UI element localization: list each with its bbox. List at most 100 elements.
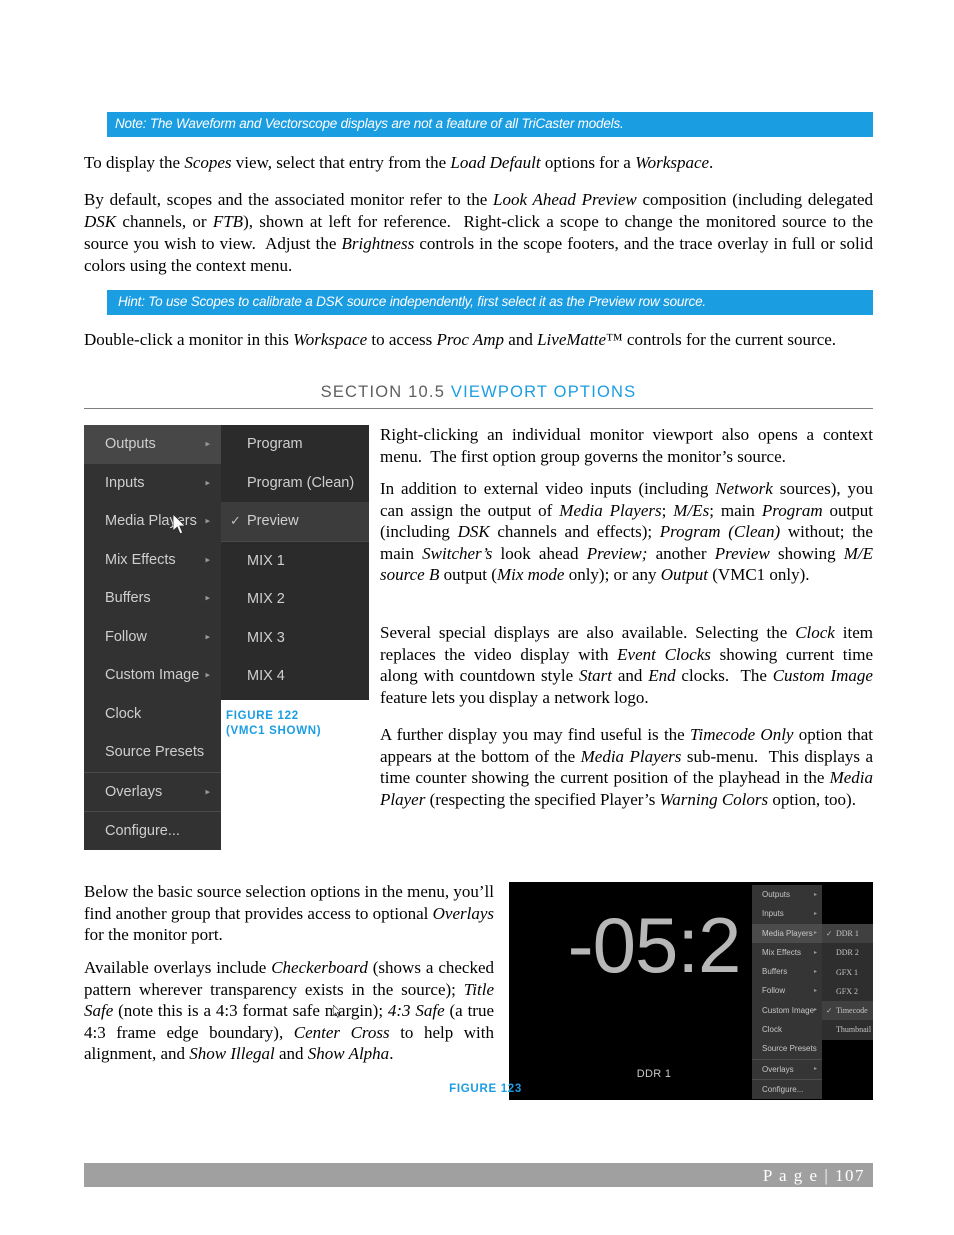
paragraph-external-video-inputs: In addition to external video inputs (in…: [380, 479, 874, 584]
chevron-right-icon: ▸: [813, 988, 817, 995]
hint-callout-text: Hint: To use Scopes to calibrate a DSK s…: [118, 294, 706, 309]
chevron-right-icon: ▸: [205, 515, 210, 526]
submenu-item-label: DDR 1: [836, 929, 859, 938]
menu-item-label: Buffers: [762, 967, 788, 977]
figure-caption-line-2: (VMC1 SHOWN): [226, 725, 322, 737]
menu-item-label: Overlays: [105, 783, 163, 800]
menu-item-inputs[interactable]: Inputs ▸: [84, 464, 221, 503]
section-title: VIEWPORT OPTIONS: [450, 383, 637, 401]
page-footer-bar: P a g e | 107: [84, 1163, 873, 1187]
paragraph-special-displays: Several special displays are also availa…: [380, 623, 874, 707]
menu-item-follow[interactable]: Follow ▸: [84, 618, 221, 657]
submenu-item-mix-2[interactable]: MIX 2: [221, 580, 369, 619]
menu-item-label: Buffers: [105, 590, 151, 606]
figure-123-caption: FIGURE 123: [432, 1082, 522, 1097]
menu-item-configure[interactable]: Configure...: [752, 1080, 822, 1099]
section-number: SECTION 10.5: [320, 383, 446, 401]
menu-item-label: Clock: [105, 705, 142, 722]
menu-item-mix-effects[interactable]: Mix Effects ▸: [84, 541, 221, 580]
chevron-right-icon: ▸: [813, 1007, 817, 1014]
menu-item-label: Overlays: [762, 1064, 794, 1074]
submenu-item-mix-4[interactable]: MIX 4: [221, 657, 369, 696]
submenu-item-label: DDR 2: [836, 948, 859, 958]
chevron-right-icon: ▸: [205, 554, 210, 565]
page-number: P a g e | 107: [762, 1166, 865, 1185]
submenu-item-program[interactable]: Program: [221, 425, 369, 464]
section-divider: [84, 408, 873, 409]
submenu-item-label: MIX 1: [247, 552, 285, 569]
menu-item-follow[interactable]: Follow ▸: [752, 981, 822, 1000]
paragraph-scopes-view: To display the Scopes view, select that …: [84, 153, 714, 172]
chevron-right-icon: ▸: [205, 592, 210, 603]
menu-item-mix-effects[interactable]: Mix Effects ▸: [752, 943, 822, 962]
menu-item-configure[interactable]: Configure...: [84, 812, 221, 851]
menu-item-media-players[interactable]: Media Players ▸: [752, 923, 822, 943]
paragraph-right-click-context: Right-clicking an individual monitor vie…: [380, 425, 873, 466]
submenu-item-label: MIX 2: [247, 591, 285, 607]
menu-item-outputs[interactable]: Outputs ▸: [84, 425, 221, 464]
context-menu-main[interactable]: Outputs ▸ Inputs ▸ Media Players ▸ Mix E…: [84, 425, 221, 850]
submenu-item-label: Timecode: [836, 1006, 868, 1016]
menu-item-media-players[interactable]: Media Players ▸: [84, 502, 221, 541]
chevron-right-icon: ▸: [205, 669, 210, 680]
menu-item-label: Source Presets: [762, 1044, 817, 1054]
figure-caption-text: FIGURE 123: [449, 1083, 522, 1095]
menu-item-label: Inputs: [762, 909, 784, 919]
menu-item-label: Outputs: [105, 436, 156, 452]
context-submenu-media-players[interactable]: ✓ DDR 1 DDR 2 GFX 1 GFX 2 ✓ Timecode Thu…: [822, 924, 873, 1040]
submenu-item-label: Program: [247, 436, 303, 452]
menu-item-clock[interactable]: Clock: [752, 1020, 822, 1039]
menu-item-source-presets[interactable]: Source Presets: [752, 1039, 822, 1058]
menu-item-outputs[interactable]: Outputs ▸: [752, 885, 822, 904]
context-submenu-outputs[interactable]: Program Program (Clean) ✓ Preview MIX 1 …: [221, 425, 369, 700]
chevron-right-icon: ▸: [205, 631, 210, 642]
chevron-right-icon: ▸: [813, 910, 817, 917]
submenu-item-gfx-2[interactable]: GFX 2: [822, 982, 873, 1001]
figure-122: Outputs ▸ Inputs ▸ Media Players ▸ Mix E…: [84, 425, 369, 850]
menu-item-label: Custom Image: [105, 667, 200, 683]
chevron-right-icon: ▸: [813, 949, 817, 956]
submenu-item-gfx-1[interactable]: GFX 1: [822, 963, 873, 982]
submenu-item-program-clean[interactable]: Program (Clean): [221, 464, 369, 503]
submenu-item-label: MIX 4: [247, 668, 285, 684]
menu-item-source-presets[interactable]: Source Presets: [84, 733, 221, 772]
chevron-right-icon: ▸: [205, 477, 210, 488]
menu-item-clock[interactable]: Clock: [84, 695, 221, 734]
menu-item-custom-image[interactable]: Custom Image ▸: [752, 1001, 822, 1020]
chevron-right-icon: ▸: [813, 968, 817, 975]
chevron-right-icon: ▸: [813, 891, 817, 898]
paragraph-timecode-only: A further display you may find useful is…: [380, 725, 874, 809]
submenu-item-mix-3[interactable]: MIX 3: [221, 619, 369, 658]
menu-item-label: Mix Effects: [762, 947, 801, 957]
paragraph-by-default: By default, scopes and the associated mo…: [84, 190, 873, 275]
submenu-item-ddr-1[interactable]: ✓ DDR 1: [822, 924, 873, 944]
menu-item-buffers[interactable]: Buffers ▸: [84, 579, 221, 618]
chevron-right-icon: ▸: [813, 930, 817, 937]
paragraph-overlays-group: Below the basic source selection options…: [84, 882, 494, 944]
chevron-right-icon: ▸: [205, 786, 210, 797]
submenu-item-thumbnail[interactable]: Thumbnail: [822, 1020, 873, 1039]
menu-item-label: Source Presets: [105, 744, 205, 760]
submenu-item-preview[interactable]: ✓ Preview: [221, 502, 369, 541]
chevron-right-icon: ▸: [205, 438, 210, 449]
submenu-item-mix-1[interactable]: MIX 1: [221, 542, 369, 581]
menu-item-label: Follow: [762, 986, 786, 996]
menu-item-custom-image[interactable]: Custom Image ▸: [84, 656, 221, 695]
menu-item-label: Configure...: [105, 823, 180, 839]
menu-item-overlays[interactable]: Overlays ▸: [752, 1060, 822, 1079]
context-menu-main-123[interactable]: Outputs ▸ Inputs ▸ Media Players ▸ Mix E…: [752, 885, 822, 1100]
menu-item-label: Clock: [762, 1025, 783, 1035]
submenu-item-ddr-2[interactable]: DDR 2: [822, 943, 873, 962]
mouse-cursor-icon: [173, 514, 187, 535]
menu-item-inputs[interactable]: Inputs ▸: [752, 904, 822, 923]
menu-item-label: Media Players: [762, 928, 813, 938]
submenu-item-label: Program (Clean): [247, 474, 355, 491]
hint-callout: Hint: To use Scopes to calibrate a DSK s…: [107, 290, 873, 315]
submenu-item-label: MIX 3: [247, 629, 285, 646]
menu-item-buffers[interactable]: Buffers ▸: [752, 962, 822, 981]
submenu-item-timecode[interactable]: ✓ Timecode: [822, 1001, 873, 1021]
menu-item-overlays[interactable]: Overlays ▸: [84, 773, 221, 812]
check-icon: ✓: [826, 1006, 833, 1016]
submenu-item-label: Preview: [247, 513, 299, 529]
check-icon: ✓: [826, 929, 833, 938]
